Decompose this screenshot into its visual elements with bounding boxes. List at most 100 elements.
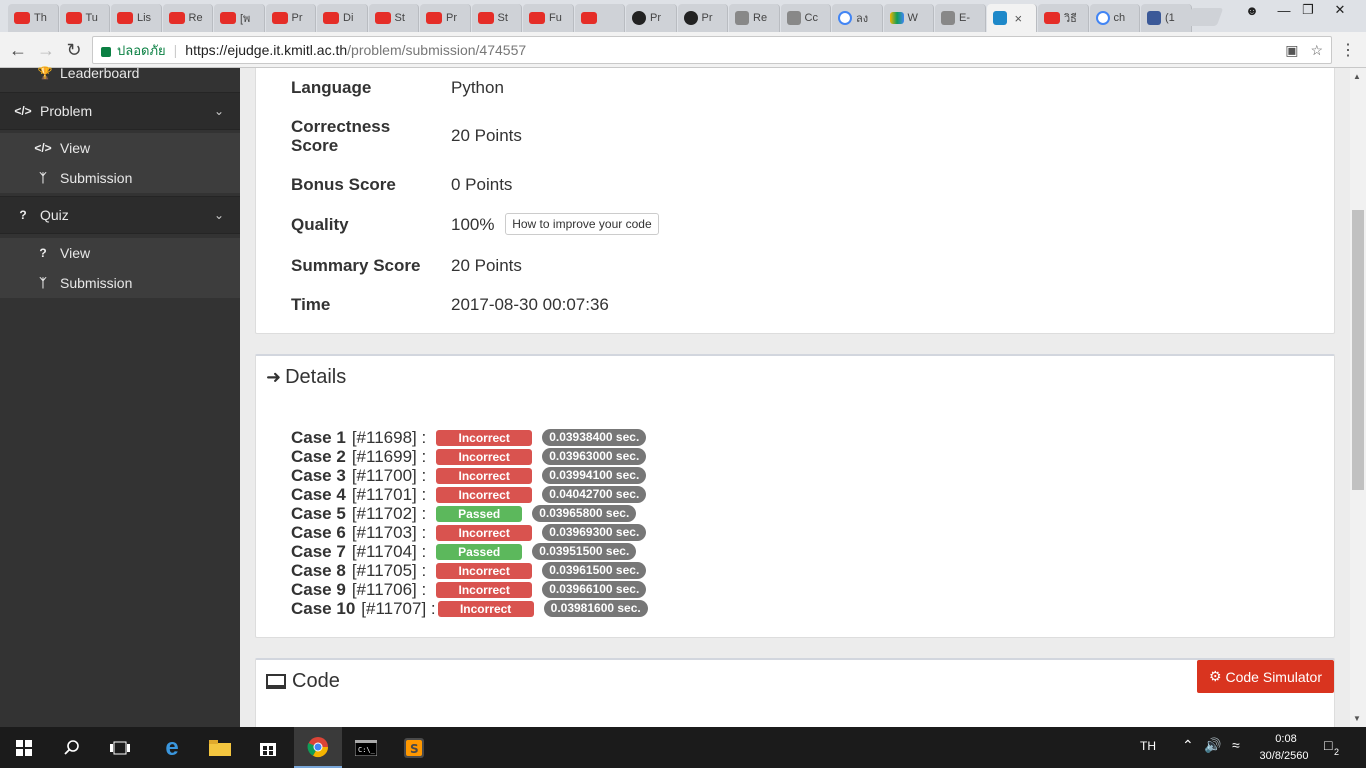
volume-icon[interactable]: 🔊 bbox=[1204, 737, 1221, 754]
task-view-icon[interactable] bbox=[96, 727, 144, 768]
case-name: Case 7 bbox=[291, 541, 346, 561]
code-icon: </> bbox=[14, 104, 32, 118]
browser-tab[interactable]: W bbox=[883, 4, 934, 32]
address-bar[interactable]: ปลอดภัย | https://ejudge.it.kmitl.ac.th … bbox=[92, 36, 1332, 64]
page-scrollbar[interactable]: ▲ ▼ bbox=[1350, 68, 1366, 727]
browser-tab[interactable]: ch bbox=[1089, 4, 1140, 32]
search-icon[interactable] bbox=[48, 727, 96, 768]
new-tab-button[interactable] bbox=[1184, 8, 1224, 26]
browser-tab[interactable]: Fu bbox=[523, 4, 574, 32]
details-title: ➜ Details bbox=[266, 366, 346, 389]
browser-tab-label: Lis bbox=[137, 12, 152, 24]
store-icon[interactable] bbox=[244, 727, 292, 768]
youtube-icon bbox=[580, 12, 597, 24]
browser-tab[interactable]: Cc bbox=[780, 4, 831, 32]
browser-tab[interactable]: E- bbox=[935, 4, 986, 32]
branch-icon: ᛉ bbox=[39, 276, 47, 290]
bookmark-star-icon[interactable]: ☆ bbox=[1310, 42, 1323, 59]
edge-icon[interactable]: e bbox=[148, 727, 196, 768]
notification-icon[interactable]: □ bbox=[1324, 737, 1332, 753]
browser-tab[interactable]: Th bbox=[8, 4, 59, 32]
url-path: /problem/submission/474557 bbox=[347, 42, 527, 58]
browser-tab[interactable]: Tu bbox=[59, 4, 110, 32]
browser-tab[interactable]: Pr bbox=[265, 4, 316, 32]
case-id: [#11699] : bbox=[351, 446, 427, 466]
sidebar-section-problem[interactable]: </> Problem ⌄ bbox=[0, 92, 240, 130]
browser-tab[interactable]: Re bbox=[162, 4, 213, 32]
clock-time[interactable]: 0:08 bbox=[1266, 733, 1306, 745]
browser-tab[interactable]: (1 bbox=[1141, 4, 1192, 32]
case-name: Case 5 bbox=[291, 503, 346, 523]
browser-tab[interactable]: × bbox=[986, 4, 1037, 32]
status-badge: Incorrect bbox=[436, 467, 533, 484]
sidebar-item-quiz-submission[interactable]: ᛉ Submission bbox=[0, 268, 240, 298]
chrome-icon[interactable] bbox=[294, 727, 342, 768]
browser-tab[interactable]: Lis bbox=[111, 4, 162, 32]
terminal-icon[interactable]: C:\_ bbox=[342, 727, 390, 768]
secure-label: ปลอดภัย bbox=[117, 42, 166, 58]
correctness-label: Correctness Score bbox=[291, 117, 391, 155]
sidebar-section-quiz[interactable]: ? Quiz ⌄ bbox=[0, 196, 240, 234]
wifi-icon[interactable]: ≈ bbox=[1232, 737, 1240, 753]
code-simulator-label: Code Simulator bbox=[1225, 668, 1323, 685]
case-name: Case 6 bbox=[291, 522, 346, 542]
sidebar-item-quiz-view[interactable]: ? View bbox=[0, 238, 240, 268]
github-icon bbox=[632, 11, 646, 25]
browser-tab-label: Pr bbox=[650, 12, 661, 24]
browser-tab[interactable]: [พ bbox=[214, 4, 265, 32]
browser-tab[interactable]: Pr bbox=[420, 4, 471, 32]
test-case-row: Case 2 [#11699] : Incorrect 0.03963000 sec. bbox=[291, 446, 647, 466]
browser-tab[interactable] bbox=[574, 4, 625, 32]
browser-tab[interactable]: วิธี bbox=[1038, 4, 1089, 32]
browser-tab[interactable]: ลง bbox=[832, 4, 883, 32]
youtube-icon bbox=[529, 12, 545, 24]
file-explorer-icon[interactable] bbox=[196, 727, 244, 768]
main-content: Language Python Correctness Score 20 Poi… bbox=[240, 68, 1350, 727]
sidebar-item-label: Leaderboard bbox=[60, 65, 140, 81]
browser-tab[interactable]: Pr bbox=[626, 4, 677, 32]
case-name: Case 10 bbox=[291, 598, 356, 618]
code-simulator-button[interactable]: ⚙ Code Simulator bbox=[1196, 660, 1334, 693]
page-icon bbox=[786, 11, 801, 25]
browser-tab[interactable]: Re bbox=[729, 4, 780, 32]
tab-close-icon[interactable]: × bbox=[1015, 11, 1023, 26]
browser-tab[interactable]: St bbox=[368, 4, 419, 32]
reload-button[interactable]: ↻ bbox=[62, 38, 86, 62]
scroll-down-icon[interactable]: ▼ bbox=[1353, 714, 1361, 723]
translate-icon[interactable]: ▣ bbox=[1285, 42, 1298, 59]
sidebar-item-problem-view[interactable]: </> View bbox=[0, 133, 240, 163]
scroll-up-icon[interactable]: ▲ bbox=[1353, 72, 1361, 81]
sidebar-section-label: Problem bbox=[40, 103, 93, 119]
test-case-row: Case 8 [#11705] : Incorrect 0.03961500 sec. bbox=[291, 561, 647, 580]
clock-date[interactable]: 30/8/2560 bbox=[1254, 750, 1314, 762]
sidebar-item-leaderboard[interactable]: 🏆 Leaderboard bbox=[0, 64, 240, 82]
browser-tab-label: Re bbox=[753, 12, 768, 24]
case-name: Case 4 bbox=[291, 484, 346, 504]
browser-tab-label: Di bbox=[343, 12, 354, 24]
sidebar-section-label: Quiz bbox=[40, 207, 69, 223]
details-title-text: Details bbox=[285, 366, 347, 388]
language-value: Python bbox=[451, 78, 504, 97]
sidebar-item-problem-submission[interactable]: ᛉ Submission bbox=[0, 163, 240, 193]
browser-tab[interactable]: Pr bbox=[677, 4, 728, 32]
browser-tab[interactable]: Di bbox=[317, 4, 368, 32]
browser-tab-label: St bbox=[497, 12, 508, 24]
back-button[interactable]: ← bbox=[6, 38, 30, 62]
browser-menu-icon[interactable]: ⋮ bbox=[1340, 40, 1356, 60]
case-id: [#11706] : bbox=[351, 579, 427, 599]
page-icon bbox=[735, 11, 749, 25]
sublime-text-icon[interactable]: S bbox=[390, 727, 438, 768]
close-window-button[interactable]: ✕ bbox=[1320, 0, 1360, 20]
youtube-icon bbox=[323, 12, 339, 24]
desktop-icon bbox=[266, 674, 286, 689]
windows-start-icon[interactable] bbox=[0, 727, 48, 768]
youtube-icon bbox=[220, 12, 236, 24]
browser-tab[interactable]: St bbox=[471, 4, 522, 32]
address-separator: | bbox=[173, 42, 178, 58]
chevron-up-icon[interactable]: ⌃ bbox=[1182, 737, 1194, 754]
scroll-thumb[interactable] bbox=[1352, 210, 1364, 490]
improve-code-button[interactable]: How to improve your code bbox=[505, 213, 659, 235]
bonus-label: Bonus Score bbox=[291, 175, 396, 194]
input-language[interactable]: TH bbox=[1140, 739, 1156, 753]
forward-button[interactable]: → bbox=[34, 38, 58, 62]
